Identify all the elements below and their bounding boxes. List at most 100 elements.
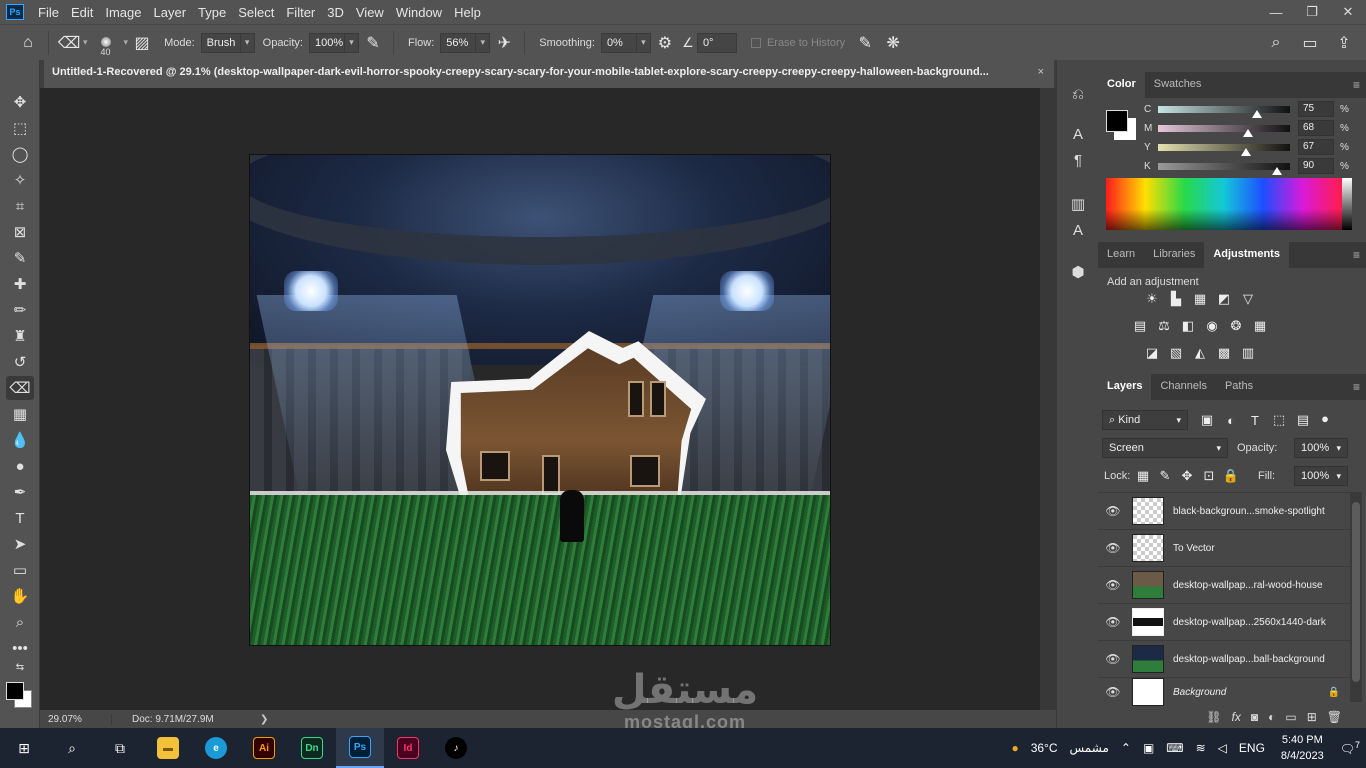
layer-filter-kind-select[interactable]: ⌕ Kind ▾ — [1102, 410, 1188, 430]
document-tab[interactable]: Untitled-1-Recovered @ 29.1% (desktop-wa… — [44, 60, 1054, 88]
filter-type-layer-icon[interactable]: T — [1246, 412, 1264, 428]
layers-scrollbar[interactable] — [1350, 492, 1362, 702]
new-adjustment-layer-icon[interactable]: ◐ — [1268, 710, 1275, 724]
foreground-color-swatch[interactable] — [6, 682, 24, 700]
pressure-opacity-icon[interactable]: ✎ — [359, 29, 387, 57]
type-tool-icon[interactable]: T — [6, 506, 34, 530]
properties-panel-icon[interactable]: ▥ — [1068, 194, 1088, 214]
brush-size-picker[interactable]: 40 — [88, 36, 124, 57]
gradient-map-icon[interactable]: ▥ — [1239, 345, 1257, 361]
dimension-app-icon[interactable]: Dn — [288, 728, 336, 768]
filter-smart-object-icon[interactable]: ▤ — [1294, 412, 1312, 428]
path-selection-tool-icon[interactable]: ➤ — [6, 532, 34, 556]
menu-view[interactable]: View — [350, 5, 390, 20]
delete-layer-icon[interactable]: 🗑 — [1327, 710, 1342, 724]
add-mask-icon[interactable]: ◙ — [1251, 710, 1258, 724]
color-lookup-icon[interactable]: ▦ — [1251, 318, 1269, 334]
symmetry-icon[interactable]: ❋ — [879, 29, 907, 57]
hand-tool-icon[interactable]: ✋ — [6, 584, 34, 608]
new-group-icon[interactable]: ▭ — [1285, 710, 1296, 724]
layer-opacity-field[interactable]: 100% ▾ — [1294, 438, 1348, 458]
mode-select[interactable]: Brush — [200, 32, 241, 53]
filter-pixel-layer-icon[interactable]: ▣ — [1198, 412, 1216, 428]
menu-select[interactable]: Select — [232, 5, 280, 20]
lock-artboard-icon[interactable]: ⊡ — [1200, 468, 1218, 484]
language-indicator[interactable]: ENG — [1233, 741, 1271, 755]
invert-icon[interactable]: ◪ — [1143, 345, 1161, 361]
layer-row[interactable]: 👁 Background 🔒 — [1098, 677, 1350, 706]
tab-libraries[interactable]: Libraries — [1144, 242, 1204, 268]
airbrush-icon[interactable]: ✈ — [490, 29, 518, 57]
weather-icon[interactable]: ● — [1005, 741, 1024, 755]
canvas-vertical-scrollbar[interactable] — [1040, 88, 1056, 710]
workspace-icon[interactable]: ▭ — [1296, 29, 1324, 57]
paragraph-panel-icon[interactable]: ¶ — [1068, 150, 1088, 170]
cmyk-slider[interactable] — [1158, 105, 1290, 118]
tab-adjustments[interactable]: Adjustments — [1204, 242, 1289, 268]
menu-type[interactable]: Type — [192, 5, 232, 20]
brightness-contrast-icon[interactable]: ☀ — [1143, 291, 1161, 307]
marquee-tool-icon[interactable]: ⬚ — [6, 116, 34, 140]
color-panel-foreground-swatch[interactable] — [1106, 110, 1128, 132]
quick-selection-tool-icon[interactable]: ✧ — [6, 168, 34, 192]
blend-mode-select[interactable]: Screen ▾ — [1102, 438, 1228, 458]
indesign-app-icon[interactable]: Id — [384, 728, 432, 768]
scrollbar-thumb[interactable] — [1352, 502, 1360, 682]
layer-style-icon[interactable]: fx — [1232, 710, 1241, 724]
color-spectrum[interactable] — [1106, 178, 1342, 230]
layer-row[interactable]: 👁 black-backgroun...smoke-spotlight — [1098, 492, 1350, 529]
lock-transparent-pixels-icon[interactable]: ▦ — [1134, 468, 1152, 484]
lock-all-icon[interactable]: 🔒 — [1222, 468, 1240, 484]
menu-filter[interactable]: Filter — [280, 5, 321, 20]
cmyk-slider[interactable] — [1158, 143, 1290, 156]
tab-layers[interactable]: Layers — [1098, 374, 1152, 400]
menu-edit[interactable]: Edit — [65, 5, 99, 20]
clone-stamp-tool-icon[interactable]: ♜ — [6, 324, 34, 348]
tab-channels[interactable]: Channels — [1151, 374, 1215, 400]
minimize-button[interactable]: — — [1258, 0, 1294, 24]
exposure-icon[interactable]: ◩ — [1215, 291, 1233, 307]
mode-dropdown-icon[interactable]: ▾ — [240, 32, 255, 53]
more-tools-icon[interactable]: ••• — [6, 636, 34, 660]
eraser-preset-icon[interactable]: ⌫ — [55, 29, 83, 57]
eye-icon[interactable]: 👁 — [1098, 541, 1128, 555]
search-icon[interactable]: ⌕ — [48, 728, 96, 768]
share-icon[interactable]: ⇪ — [1330, 29, 1358, 57]
vibrance-icon[interactable]: ▽ — [1239, 291, 1257, 307]
cmyk-slider[interactable] — [1158, 124, 1290, 137]
photo-filter-icon[interactable]: ◉ — [1203, 318, 1221, 334]
tab-learn[interactable]: Learn — [1098, 242, 1144, 268]
search-icon[interactable]: ⌕ — [1262, 29, 1290, 57]
weather-condition[interactable]: مشمس — [1064, 741, 1115, 755]
photoshop-app-icon[interactable]: Ps — [336, 728, 384, 768]
dodge-tool-icon[interactable]: ● — [6, 454, 34, 478]
panel-menu-icon[interactable]: ≡ — [1353, 78, 1360, 92]
opacity-field[interactable]: 100% — [309, 32, 345, 53]
windows-start-icon[interactable]: ⊞ — [0, 728, 48, 768]
selective-color-icon[interactable]: ▩ — [1215, 345, 1233, 361]
brush-tool-icon[interactable]: ✏ — [6, 298, 34, 322]
chevron-up-icon[interactable]: ⌃ — [1115, 741, 1137, 755]
new-layer-icon[interactable]: ⊞ — [1307, 710, 1317, 724]
eye-icon[interactable]: 👁 — [1098, 578, 1128, 592]
smoothing-dropdown-icon[interactable]: ▾ — [636, 32, 651, 53]
history-panel-icon[interactable]: ⎌ — [1068, 84, 1088, 104]
flow-field[interactable]: 56% — [440, 32, 477, 53]
gear-icon[interactable]: ⚙ — [651, 29, 679, 57]
eye-icon[interactable]: 👁 — [1098, 615, 1128, 629]
home-icon[interactable]: ⌂ — [14, 29, 42, 57]
layer-fill-field[interactable]: 100% ▾ — [1294, 466, 1348, 486]
gradient-tool-icon[interactable]: ▦ — [6, 402, 34, 426]
filter-shape-layer-icon[interactable]: ⬚ — [1270, 412, 1288, 428]
cmyk-value-field[interactable]: 68 — [1298, 120, 1334, 136]
filter-adjustment-layer-icon[interactable]: ◐ — [1222, 412, 1240, 428]
close-window-button[interactable]: ✕ — [1330, 0, 1366, 24]
slider-thumb[interactable] — [1242, 128, 1253, 137]
status-menu-arrow-icon[interactable]: ❯ — [252, 714, 268, 725]
threshold-icon[interactable]: ◭ — [1191, 345, 1209, 361]
zoom-level[interactable]: 29.07% — [40, 713, 112, 725]
tab-color[interactable]: Color — [1098, 72, 1145, 98]
swap-colors-icon[interactable]: ⇆ — [6, 660, 34, 674]
zoom-tool-icon[interactable]: ⌕ — [6, 610, 34, 634]
eye-icon[interactable]: 👁 — [1098, 652, 1128, 666]
